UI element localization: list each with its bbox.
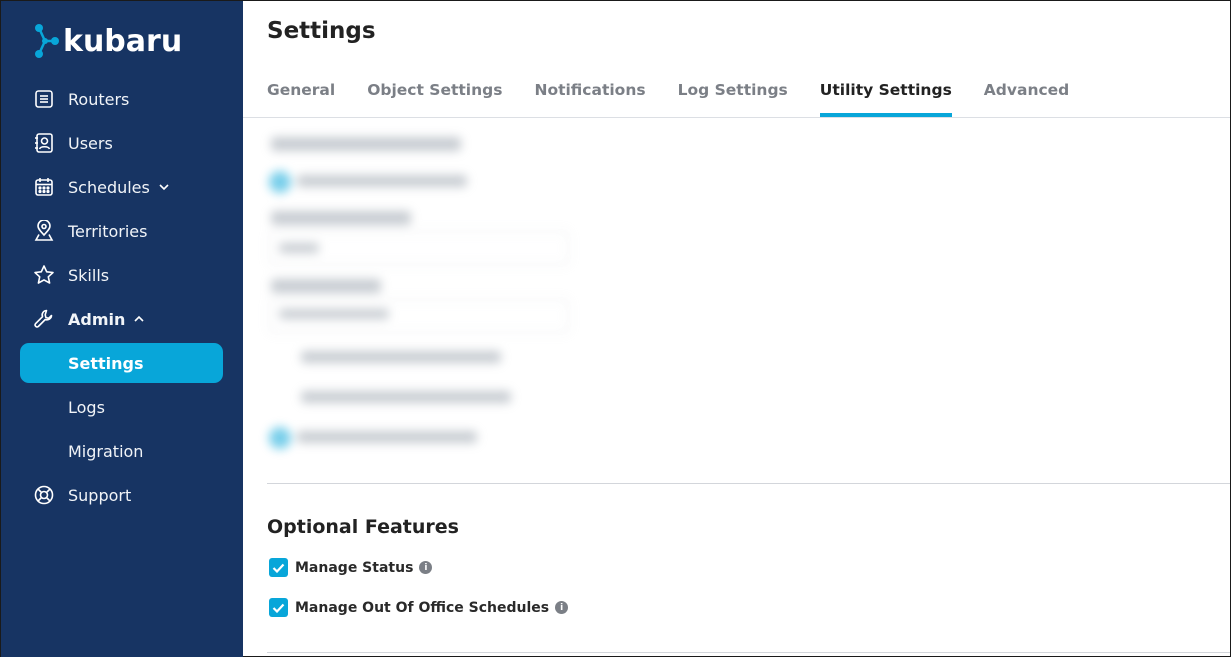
sidebar-item-routers[interactable]: Routers bbox=[1, 77, 243, 121]
tab-utility-settings[interactable]: Utility Settings bbox=[819, 63, 952, 117]
sidebar-item-schedules[interactable]: Schedules bbox=[1, 165, 243, 209]
tab-notifications[interactable]: Notifications bbox=[534, 63, 645, 117]
optional-features-title: Optional Features bbox=[267, 516, 459, 538]
tab-advanced[interactable]: Advanced bbox=[984, 63, 1070, 117]
sidebar-item-support[interactable]: Support bbox=[1, 473, 243, 517]
settings-tabs: General Object Settings Notifications Lo… bbox=[267, 63, 1230, 117]
chevron-down-icon bbox=[158, 183, 170, 191]
manage-ooo-schedules-label: Manage Out Of Office Schedules bbox=[295, 599, 550, 616]
check-icon bbox=[272, 603, 285, 613]
manage-ooo-schedules-option[interactable]: Manage Out Of Office Schedules i bbox=[269, 598, 569, 617]
sidebar-item-label: Territories bbox=[68, 221, 148, 241]
sidebar-item-skills[interactable]: Skills bbox=[1, 253, 243, 297]
sidebar-item-label: Support bbox=[68, 485, 132, 505]
info-icon[interactable]: i bbox=[419, 561, 433, 574]
sidebar-item-label: Skills bbox=[68, 265, 110, 285]
section-divider bbox=[267, 483, 1230, 484]
sidebar-nav: Routers Users Schedules Territories Skil… bbox=[1, 77, 243, 517]
map-pin-icon bbox=[33, 220, 55, 242]
logo-text: kubaru bbox=[63, 23, 183, 59]
blurred-settings-region bbox=[265, 127, 585, 467]
sidebar-item-admin[interactable]: Admin bbox=[1, 297, 243, 341]
page-title: Settings bbox=[267, 18, 376, 44]
sidebar-item-label: Schedules bbox=[68, 177, 150, 197]
sidebar-item-territories[interactable]: Territories bbox=[1, 209, 243, 253]
sidebar-item-users[interactable]: Users bbox=[1, 121, 243, 165]
calendar-icon bbox=[33, 176, 55, 198]
manage-status-option[interactable]: Manage Status i bbox=[269, 558, 433, 577]
tab-general[interactable]: General bbox=[267, 63, 335, 117]
section-divider-bottom bbox=[267, 652, 1230, 653]
contact-book-icon bbox=[33, 132, 55, 154]
main-content: Settings General Object Settings Notific… bbox=[243, 1, 1230, 657]
lifebuoy-icon bbox=[33, 484, 55, 506]
sidebar-subitem-logs[interactable]: Logs bbox=[1, 385, 243, 429]
chevron-up-icon bbox=[133, 315, 145, 323]
sidebar: kubaru Routers Users Schedules Territori… bbox=[1, 1, 243, 657]
sidebar-item-label: Users bbox=[68, 133, 113, 153]
sidebar-subitem-label: Settings bbox=[68, 353, 144, 373]
wrench-icon bbox=[33, 308, 55, 330]
list-icon bbox=[33, 88, 55, 110]
sidebar-subitem-label: Migration bbox=[68, 441, 144, 461]
sidebar-subitem-migration[interactable]: Migration bbox=[1, 429, 243, 473]
tab-log-settings[interactable]: Log Settings bbox=[678, 63, 788, 117]
tab-object-settings[interactable]: Object Settings bbox=[367, 63, 502, 117]
sidebar-item-label: Admin bbox=[68, 309, 126, 329]
sidebar-subitem-settings[interactable]: Settings bbox=[20, 343, 223, 383]
info-icon[interactable]: i bbox=[555, 601, 569, 614]
sidebar-subitem-label: Logs bbox=[68, 397, 105, 417]
manage-status-label: Manage Status bbox=[295, 559, 414, 576]
star-icon bbox=[33, 264, 55, 286]
kubaru-logo[interactable]: kubaru bbox=[33, 21, 182, 61]
manage-ooo-schedules-checkbox[interactable] bbox=[269, 598, 288, 617]
tabs-divider bbox=[243, 117, 1230, 118]
logo-mark-icon bbox=[35, 24, 59, 58]
manage-status-checkbox[interactable] bbox=[269, 558, 288, 577]
sidebar-item-label: Routers bbox=[68, 89, 130, 109]
check-icon bbox=[272, 563, 285, 573]
